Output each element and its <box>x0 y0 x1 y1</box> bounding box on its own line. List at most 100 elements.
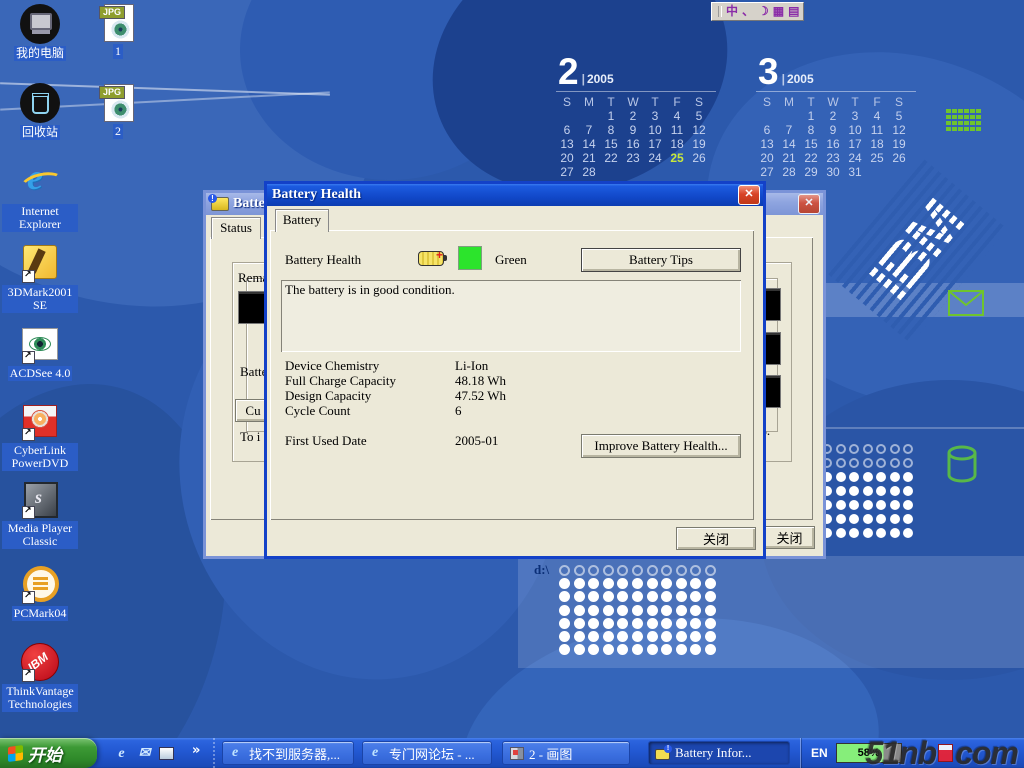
desktop-icon-threedmark[interactable]: 3DMark2001 SE <box>2 243 78 314</box>
condition-text: The battery is in good condition. <box>285 282 455 297</box>
desktop-icon-thinkvantage[interactable]: ThinkVantage Technologies <box>2 642 78 713</box>
desktop-icon-jpg1[interactable]: 1 <box>90 2 146 60</box>
info-label: Design Capacity <box>285 388 455 403</box>
info-label: Device Chemistry <box>285 358 455 373</box>
info-value: 2005-01 <box>455 433 498 448</box>
battery-gauge <box>238 291 266 324</box>
desktop-icon-label: PCMark04 <box>12 606 69 621</box>
battery-health-body: Battery Battery Health Green Battery Tip… <box>267 206 763 556</box>
battery-tab-panel: Battery Health Green Battery Tips The ba… <box>270 230 754 520</box>
internet-explorer-icon <box>19 162 61 202</box>
desktop-icon-jpg2[interactable]: 2 <box>90 82 146 140</box>
tray-alert-icon <box>938 744 953 762</box>
condition-textbox[interactable]: The battery is in good condition. <box>281 280 741 352</box>
battery-icon <box>655 745 671 761</box>
info-value: 48.18 Wh <box>455 373 506 388</box>
close-icon[interactable]: ✕ <box>738 185 760 205</box>
info-value: 47.52 Wh <box>455 388 506 403</box>
battery-tips-button[interactable]: Battery Tips <box>581 248 741 272</box>
info-label: Cycle Count <box>285 403 455 418</box>
pcmark-icon <box>19 564 61 604</box>
info-value: Li-Ion <box>455 358 488 373</box>
task-label: Battery Infor... <box>675 745 752 761</box>
desktop-icon-label: Media Player Classic <box>2 521 78 549</box>
info-value: 6 <box>455 403 462 418</box>
watermark-right: com <box>955 735 1018 768</box>
desktop-icon-label: 我的电脑 <box>14 46 66 61</box>
paint-icon <box>509 745 525 761</box>
windows-flag-icon <box>8 744 23 761</box>
shortcut-arrow-icon <box>22 270 35 283</box>
thinkvantage-icon <box>19 642 61 682</box>
desktop-icon-label: CyberLink PowerDVD <box>2 443 78 471</box>
shortcut-arrow-icon <box>22 669 35 682</box>
task-button[interactable]: Battery Infor... <box>648 741 790 765</box>
start-label: 开始 <box>28 741 62 766</box>
to-label: To i <box>240 429 260 445</box>
shortcut-arrow-icon <box>22 351 35 364</box>
battery-health-dialog: Battery Health ✕ Battery Battery Health … <box>264 181 766 559</box>
info-row: Design Capacity47.52 Wh <box>285 388 735 403</box>
task-button[interactable]: 专门网论坛 - ... <box>362 741 492 765</box>
task-label: 2 - 画图 <box>529 744 572 763</box>
show-desktop-icon[interactable] <box>159 747 174 760</box>
battery-icon <box>418 251 444 266</box>
desktop-icon-label: ThinkVantage Technologies <box>2 684 78 712</box>
battery-health-titlebar[interactable]: Battery Health ✕ <box>267 184 763 206</box>
battery-status-text: Green <box>495 252 527 268</box>
desktop-icon-label: Internet Explorer <box>2 204 78 232</box>
info-row: Cycle Count6 <box>285 403 735 418</box>
info-label: Full Charge Capacity <box>285 373 455 388</box>
desktop-icon-acdsee[interactable]: ACDSee 4.0 <box>2 324 78 382</box>
desktop-icon-label: ACDSee 4.0 <box>8 366 73 381</box>
desktop-icon-label: 3DMark2001 SE <box>2 285 78 313</box>
task-button[interactable]: 2 - 画图 <box>502 741 630 765</box>
close-icon[interactable]: ✕ <box>798 194 820 214</box>
recycle-bin-icon <box>19 83 61 123</box>
battery-window-icon <box>211 197 229 211</box>
desktop-icon-pcmark[interactable]: PCMark04 <box>2 564 78 622</box>
shortcut-arrow-icon <box>22 428 35 441</box>
desktop-icon-label: 回收站 <box>20 125 60 140</box>
task-button[interactable]: 找不到服务器,... <box>222 741 354 765</box>
battery-health-label: Battery Health <box>285 252 361 268</box>
battery-health-info-rows: Device ChemistryLi-IonFull Charge Capaci… <box>285 358 735 418</box>
close-button[interactable]: 关闭 <box>764 526 815 549</box>
outlook-express-icon[interactable]: ✉ <box>136 745 153 762</box>
battery-status-square <box>458 246 482 270</box>
desktop-icon-label: 1 <box>113 44 123 59</box>
improve-battery-health-button[interactable]: Improve Battery Health... <box>581 434 741 458</box>
desktop-icon-internet-explorer[interactable]: Internet Explorer <box>2 162 78 233</box>
desktop-icon-label: 2 <box>113 124 123 139</box>
desktop: IBM d:\ 22005SMTWTFS12345678910111213141… <box>0 0 1024 768</box>
internet-explorer-icon[interactable]: e <box>113 745 130 762</box>
start-button[interactable]: 开始 <box>0 738 97 768</box>
close-button[interactable]: 关闭 <box>676 527 756 550</box>
info-row: Full Charge Capacity48.18 Wh <box>285 373 735 388</box>
task-label: 找不到服务器,... <box>249 744 340 763</box>
window-title: Battery Health <box>272 187 734 203</box>
desktop-icon-mpc[interactable]: Media Player Classic <box>2 479 78 550</box>
shortcut-arrow-icon <box>22 506 35 519</box>
tab-battery[interactable]: Battery <box>275 209 329 232</box>
threedmark-icon <box>19 243 61 283</box>
watermark: 51nb com <box>866 738 1018 768</box>
tab-status[interactable]: Status <box>211 217 261 239</box>
jpg2-icon <box>97 82 139 122</box>
language-indicator[interactable]: EN <box>811 746 828 760</box>
desktop-icon-my-computer[interactable]: 我的电脑 <box>2 4 78 62</box>
powerdvd-icon <box>19 401 61 441</box>
desktop-icon-powerdvd[interactable]: CyberLink PowerDVD <box>2 401 78 472</box>
ie-icon <box>369 745 385 761</box>
acdsee-icon <box>19 324 61 364</box>
info-label: First Used Date <box>285 433 455 448</box>
desktop-icon-recycle-bin[interactable]: 回收站 <box>2 83 78 141</box>
watermark-left: 51nb <box>866 735 937 768</box>
ie-icon <box>229 745 245 761</box>
jpg1-icon <box>97 2 139 42</box>
shortcut-arrow-icon <box>22 591 35 604</box>
task-label: 专门网论坛 - ... <box>389 744 475 763</box>
quick-launch-overflow-chevron[interactable]: » <box>192 743 200 758</box>
mpc-icon <box>19 479 61 519</box>
info-row: Device ChemistryLi-Ion <box>285 358 735 373</box>
